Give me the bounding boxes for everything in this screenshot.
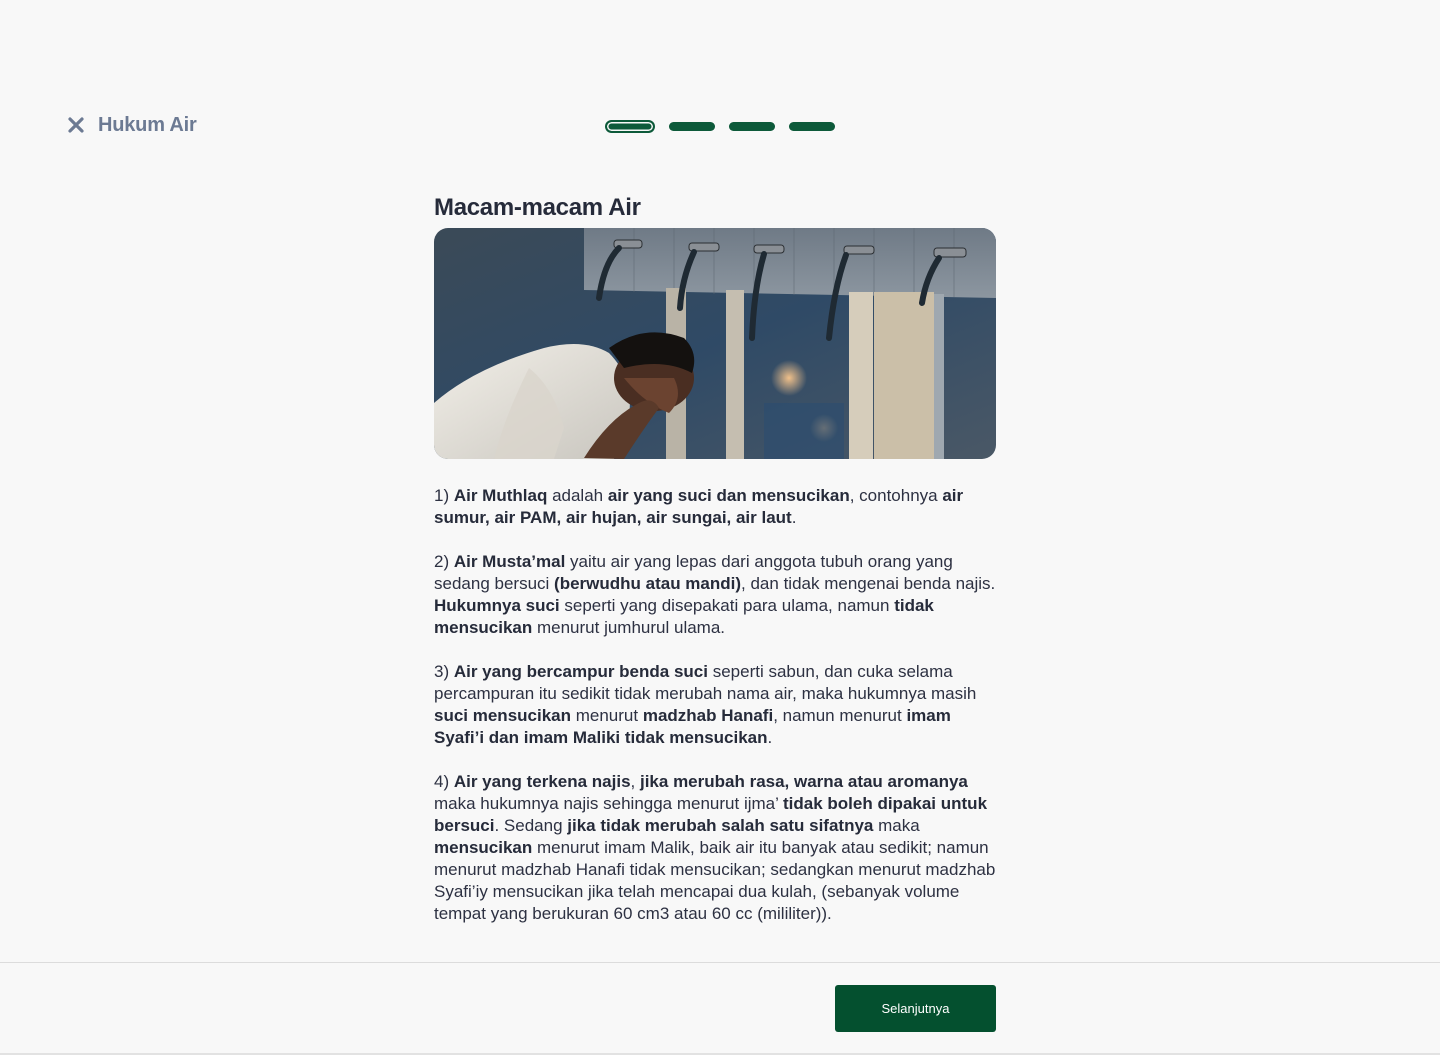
article-paragraph: 2) Air Musta’mal yaitu air yang lepas da… xyxy=(434,552,996,637)
progress-indicator xyxy=(605,120,835,133)
bold-text: Air yang bercampur benda suci xyxy=(453,662,708,681)
bold-text: jika tidak merubah salah satu sifatnya xyxy=(567,816,874,835)
progress-step xyxy=(789,122,835,131)
bold-text: madzhab Hanafi xyxy=(642,706,774,725)
bold-text: (berwudhu atau mandi) xyxy=(554,574,742,593)
progress-step xyxy=(669,122,715,131)
article-image xyxy=(434,228,996,459)
lesson-content: Macam-macam Air 1) Air Muthlaq adalah ai… xyxy=(434,192,998,947)
bold-text: mensucikan xyxy=(434,838,533,857)
article-paragraph: 3) Air yang bercampur benda suci seperti… xyxy=(434,662,977,747)
next-button[interactable]: Selanjutnya xyxy=(835,985,996,1032)
bold-text: Hukumnya suci xyxy=(434,596,560,615)
bold-text: Air Muthlaq xyxy=(453,486,548,505)
footer-bar xyxy=(0,962,1440,1055)
bold-text: suci mensucikan xyxy=(434,706,572,725)
lesson-title: Hukum Air xyxy=(98,113,197,136)
article-paragraph: 4) Air yang terkena najis, jika merubah … xyxy=(434,772,996,923)
progress-step-current xyxy=(605,120,655,133)
article-title: Macam-macam Air xyxy=(434,194,641,221)
bold-text: air yang suci dan mensucikan xyxy=(607,486,850,505)
close-lesson-button[interactable]: Hukum Air xyxy=(66,112,197,138)
progress-step xyxy=(729,122,775,131)
close-icon[interactable] xyxy=(66,112,86,138)
article-paragraph: 1) Air Muthlaq adalah air yang suci dan … xyxy=(434,486,964,527)
bold-text: Air yang terkena najis xyxy=(453,772,631,791)
bold-text: jika merubah rasa, warna atau aromanya xyxy=(639,772,968,791)
bold-text: Air Musta’mal xyxy=(453,552,566,571)
article-body: 1) Air Muthlaq adalah air yang suci dan … xyxy=(434,485,998,925)
